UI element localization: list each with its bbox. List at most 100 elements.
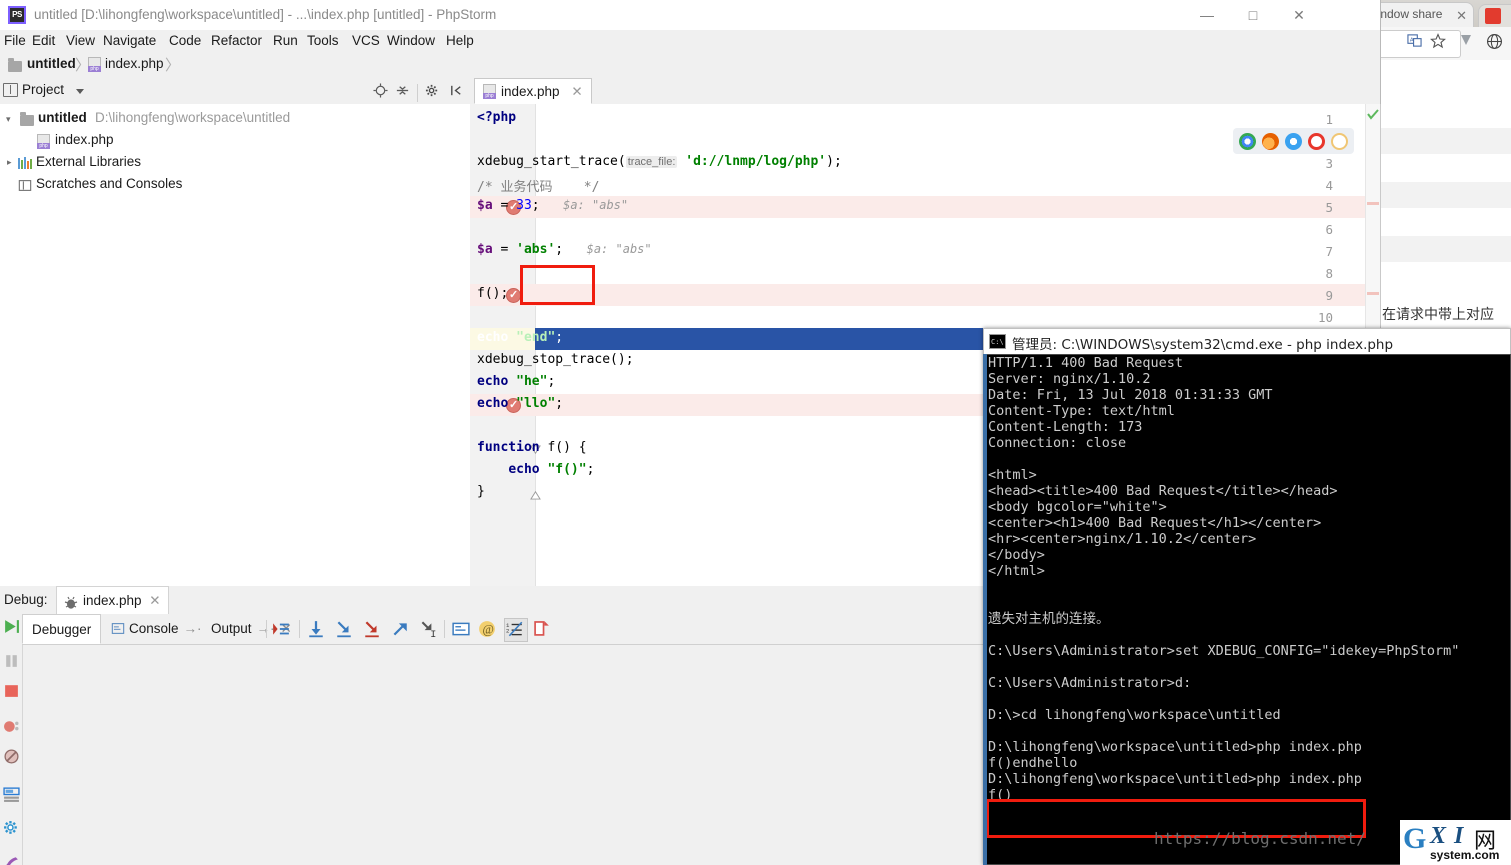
menu-vcs[interactable]: VCS — [352, 33, 380, 48]
tab-console-pin-icon[interactable]: →· — [184, 621, 202, 636]
globe-icon[interactable] — [1484, 33, 1504, 53]
menu-refactor[interactable]: Refactor — [211, 33, 262, 48]
code-line-text[interactable]: } — [477, 484, 485, 499]
locate-file-icon[interactable] — [372, 83, 388, 99]
code-line-text[interactable]: $a = 33; $a: "abs" — [477, 198, 628, 213]
menu-window[interactable]: Window — [387, 33, 435, 48]
menu-file[interactable]: File — [4, 33, 26, 48]
debug-session-tab[interactable]: index.php ✕ — [56, 586, 169, 614]
tree-item-label: index.php — [55, 132, 114, 147]
cmd-console-window[interactable]: C:\ 管理员: C:\WINDOWS\system32\cmd.exe - p… — [983, 328, 1511, 865]
inspection-status-icon[interactable] — [1366, 107, 1380, 121]
resume-program-icon[interactable] — [3, 618, 20, 635]
run-to-cursor-icon[interactable]: I — [419, 620, 437, 641]
tree-item-untitled[interactable]: ▾ untitled D:\lihongfeng\workspace\untit… — [0, 108, 470, 130]
project-tree[interactable]: ▾ untitled D:\lihongfeng\workspace\untit… — [0, 104, 471, 586]
maximize-button[interactable]: □ — [1230, 0, 1276, 30]
pause-program-icon[interactable] — [3, 652, 20, 669]
browser-tab-secondary[interactable] — [1478, 4, 1511, 28]
debug-session-tab-close-icon[interactable]: ✕ — [149, 587, 160, 614]
step-over-icon[interactable] — [307, 620, 325, 638]
restore-layout-icon[interactable] — [3, 786, 20, 803]
editor-tab-label: index.php — [501, 84, 560, 99]
code-line-text[interactable]: /* 业务代码 */ — [477, 176, 599, 195]
chevron-down-icon[interactable]: ▾ — [6, 115, 14, 124]
breadcrumb: untitled 〉 index.php 〉 index.php ccc — [0, 52, 1380, 130]
code-line-text[interactable]: echo "end"; — [477, 330, 563, 345]
code-line-text[interactable]: <?php — [477, 110, 516, 125]
code-line-text[interactable]: f(); — [477, 286, 508, 301]
show-execution-point-icon[interactable] — [272, 620, 290, 638]
csdn-watermark: https://blog.csdn.net/ — [1154, 829, 1366, 848]
bookmark-star-icon[interactable] — [1428, 33, 1448, 53]
open-in-browser-bar[interactable] — [1233, 128, 1354, 154]
line-number: 4 — [1325, 178, 1333, 193]
mute-breakpoints-icon[interactable] — [3, 748, 20, 765]
project-panel-title[interactable]: Project — [22, 82, 64, 97]
code-line-text[interactable]: echo "f()"; — [477, 462, 594, 477]
close-button[interactable]: ✕ — [1276, 0, 1322, 30]
line-number: 7 — [1325, 244, 1333, 259]
chrome-icon[interactable] — [1239, 132, 1256, 150]
settings-gear-icon[interactable] — [424, 83, 440, 99]
menu-navigate[interactable]: Navigate — [103, 33, 156, 48]
code-line-text[interactable]: function f() { — [477, 440, 587, 455]
code-line-text[interactable]: xdebug_start_trace(trace_file: 'd://lnmp… — [477, 154, 842, 169]
cmd-console-body[interactable]: HTTP/1.1 400 Bad Request Server: nginx/1… — [983, 354, 1511, 865]
code-line-text[interactable]: echo "llo"; — [477, 396, 563, 411]
step-into-icon[interactable] — [335, 620, 353, 638]
tab-console-label: Console — [129, 621, 179, 636]
breadcrumb-project[interactable]: untitled — [27, 56, 76, 71]
tree-item-external-libraries[interactable]: ▸ External Libraries — [0, 152, 470, 174]
editor-tab-index-php[interactable]: index.php ✕ — [474, 78, 592, 104]
stop-icon[interactable] — [3, 682, 20, 699]
browser-tab-close-icon[interactable]: ✕ — [1456, 8, 1467, 24]
menu-code[interactable]: Code — [169, 33, 201, 48]
library-icon — [18, 157, 32, 170]
download-icon[interactable] — [1456, 33, 1476, 53]
step-out-icon[interactable] — [391, 620, 409, 638]
browser-body-text: 力在请求中带上对应 — [1368, 307, 1494, 323]
code-fold-icon[interactable] — [530, 488, 541, 500]
chevron-right-icon[interactable]: ▸ — [7, 158, 15, 167]
settings-gear-icon[interactable] — [3, 820, 20, 837]
collapse-all-icon[interactable] — [394, 83, 410, 99]
view-breakpoints-icon[interactable] — [3, 718, 20, 735]
minimize-button[interactable]: — — [1184, 0, 1230, 30]
at-icon[interactable]: @ — [478, 620, 496, 638]
attach-icon[interactable] — [3, 854, 20, 865]
tree-item-scratches-and-consoles[interactable]: Scratches and Consoles — [0, 174, 470, 196]
breadcrumb-file[interactable]: index.php — [105, 56, 164, 71]
tab-console[interactable]: Console →· — [102, 614, 211, 644]
divider — [299, 620, 300, 638]
opera-icon[interactable] — [1308, 132, 1325, 150]
code-line-text[interactable]: echo "he"; — [477, 374, 555, 389]
hide-panel-icon[interactable] — [448, 83, 464, 99]
evaluate-expression-icon[interactable] — [452, 620, 470, 638]
safari-icon[interactable] — [1285, 132, 1302, 150]
marker-error[interactable] — [1367, 202, 1379, 205]
edge-icon[interactable] — [1331, 132, 1348, 150]
editor-tab-close-icon[interactable]: ✕ — [571, 84, 582, 99]
menu-view[interactable]: View — [66, 33, 95, 48]
cmd-scrollbar[interactable] — [983, 354, 987, 865]
copy-icon[interactable] — [532, 620, 550, 638]
menu-run[interactable]: Run — [273, 33, 298, 48]
menu-help[interactable]: Help — [446, 33, 474, 48]
force-step-into-icon[interactable] — [363, 620, 381, 638]
menu-tools[interactable]: Tools — [307, 33, 339, 48]
code-line-text[interactable]: xdebug_stop_trace(); — [477, 352, 634, 367]
firefox-icon[interactable] — [1262, 132, 1279, 150]
chevron-down-icon[interactable] — [76, 89, 84, 94]
tree-item-index-php[interactable]: index.php — [0, 130, 470, 152]
marker-error[interactable] — [1367, 292, 1379, 295]
tree-item-label: External Libraries — [36, 154, 142, 169]
menu-bar: File Edit View Navigate Code Refactor Ru… — [0, 30, 1380, 52]
tab-output-label: Output — [211, 621, 252, 636]
code-line-text[interactable]: $a = 'abs'; $a: "abs" — [477, 242, 652, 257]
translate-icon[interactable]: A — [1404, 33, 1424, 53]
line-number: 5 — [1325, 200, 1333, 215]
tab-debugger[interactable]: Debugger — [22, 614, 102, 644]
menu-edit[interactable]: Edit — [32, 33, 55, 48]
settings-list-icon[interactable]: 12 — [504, 618, 528, 642]
